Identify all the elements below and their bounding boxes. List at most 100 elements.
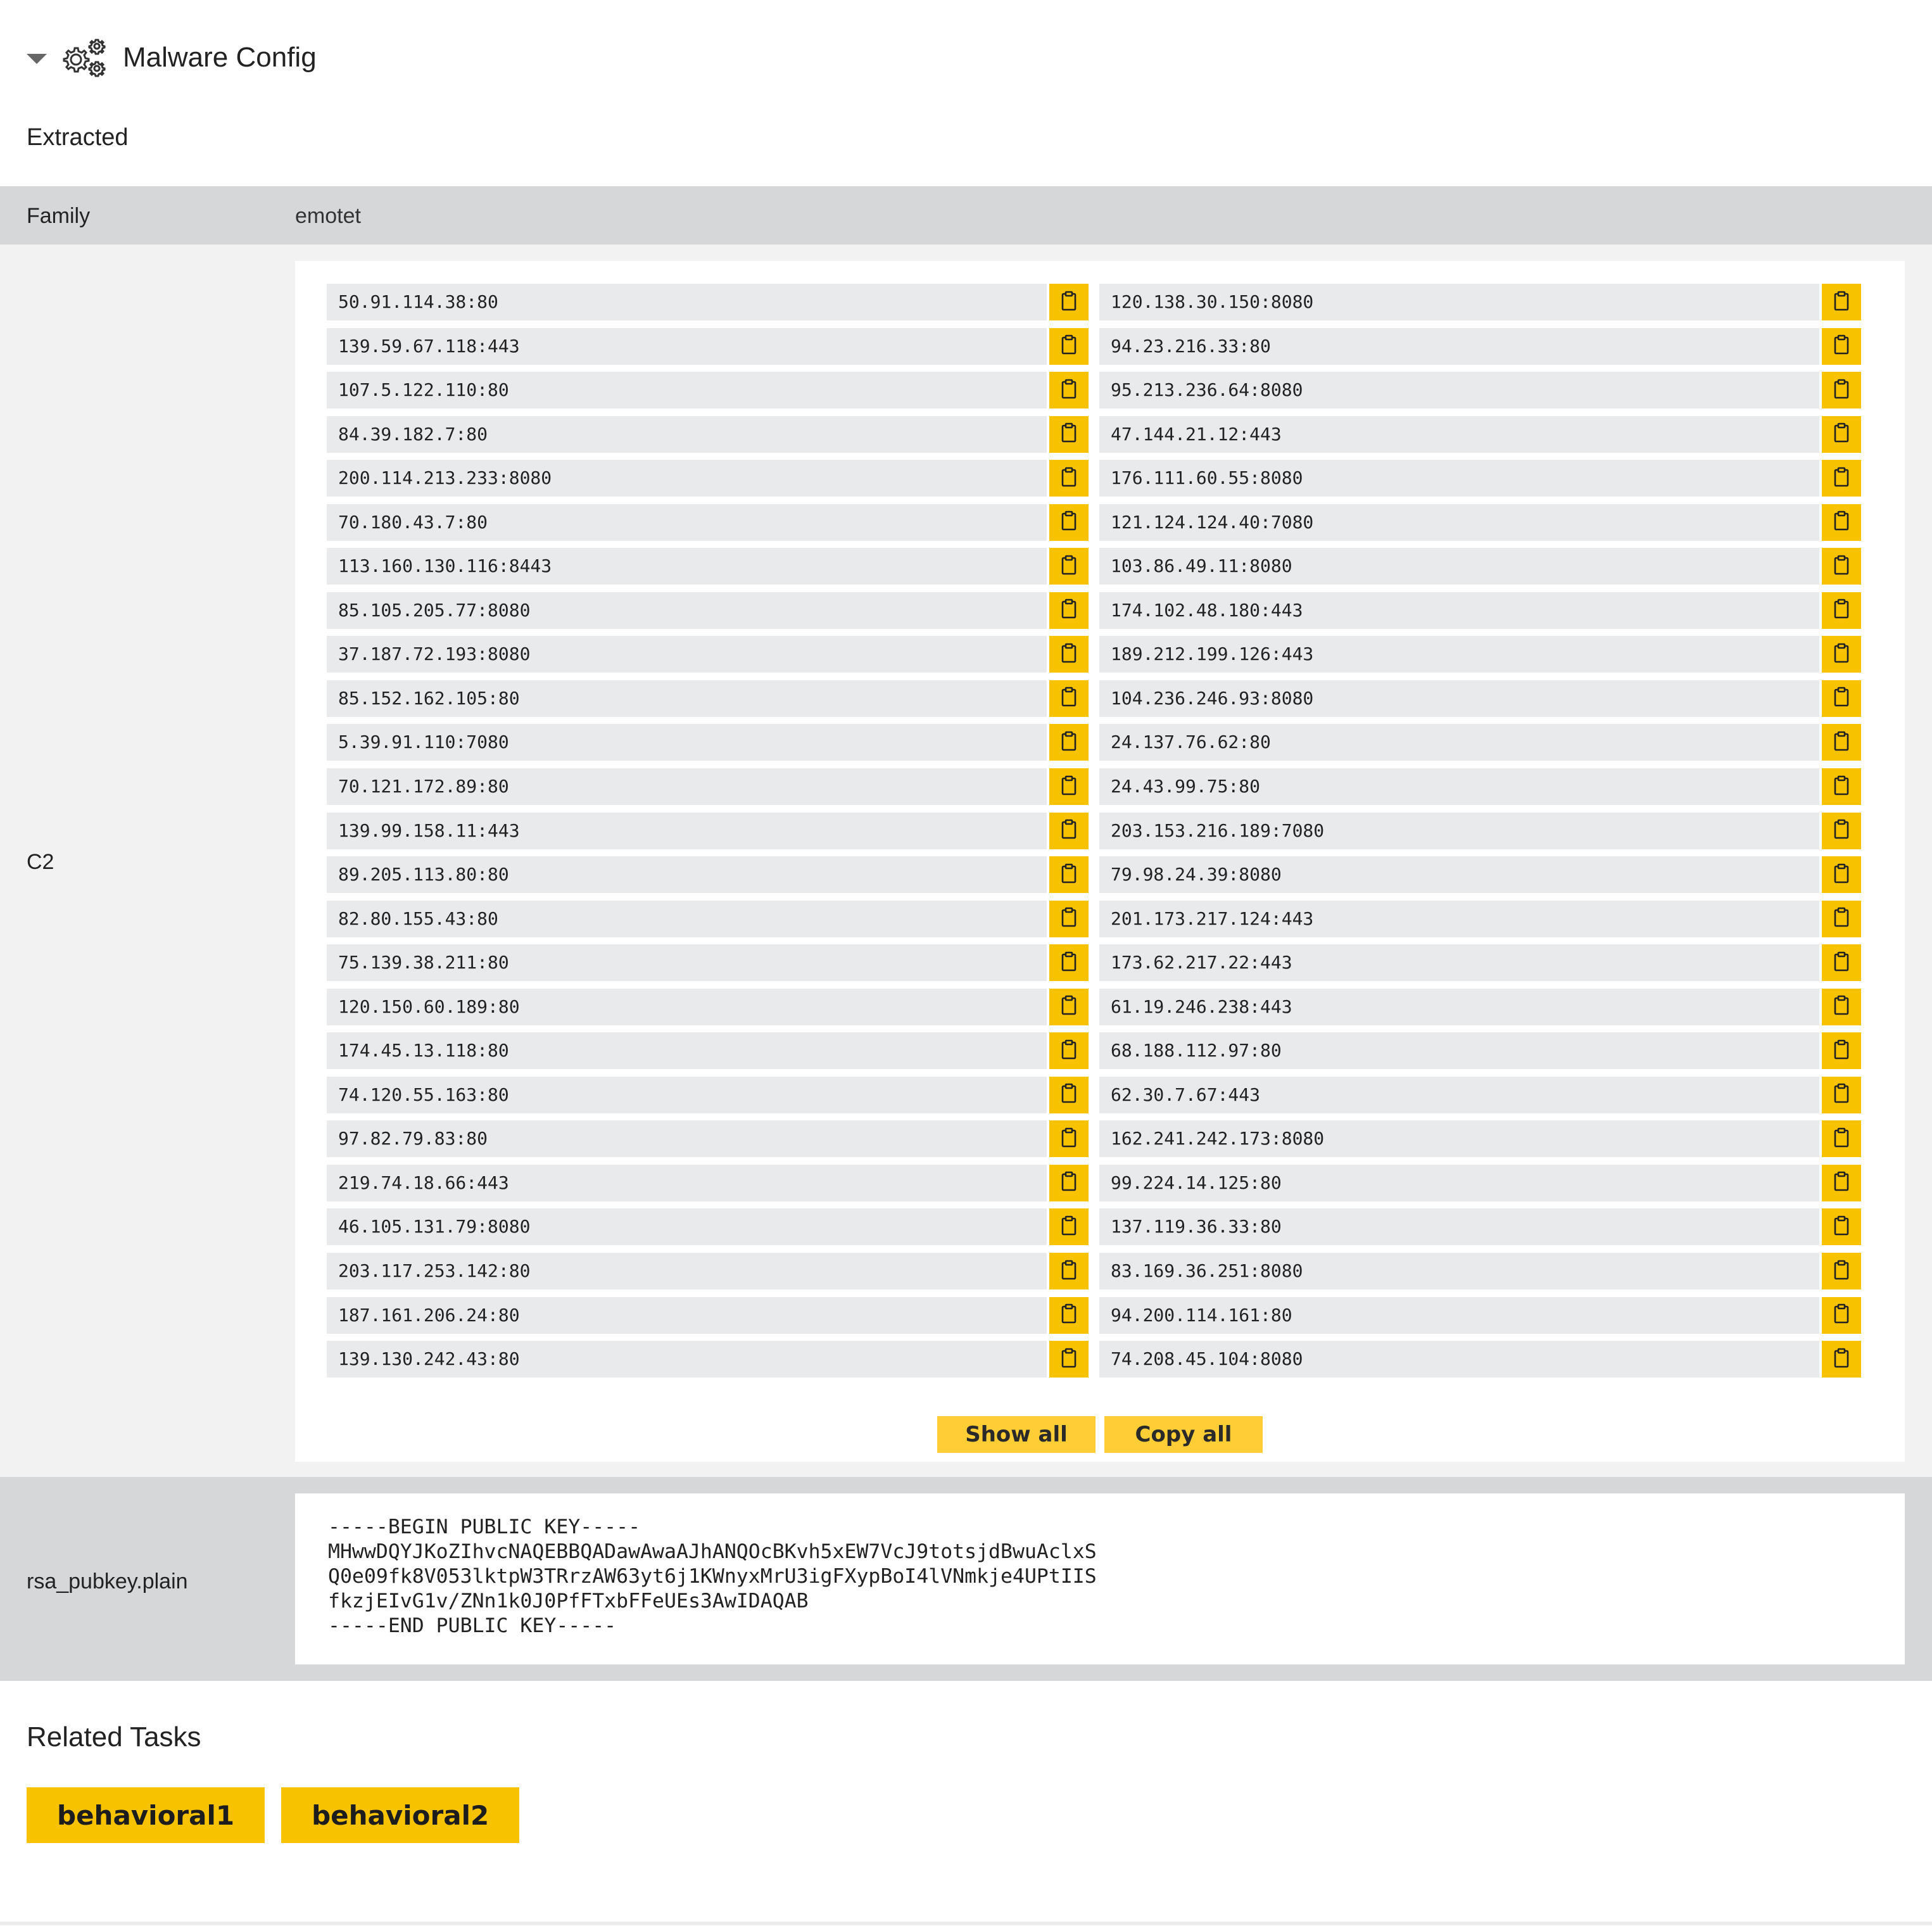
c2-address[interactable]: 37.187.72.193:8080 <box>327 636 1047 673</box>
c2-address[interactable]: 75.139.38.211:80 <box>327 944 1047 982</box>
copy-button[interactable] <box>1049 592 1089 629</box>
c2-address[interactable]: 174.45.13.118:80 <box>327 1032 1047 1070</box>
copy-button[interactable] <box>1049 1208 1089 1246</box>
c2-address[interactable]: 84.39.182.7:80 <box>327 415 1047 453</box>
copy-button[interactable] <box>1049 284 1089 320</box>
copy-button[interactable] <box>1049 1296 1089 1334</box>
c2-address[interactable]: 113.160.130.116:8443 <box>327 548 1047 585</box>
c2-address[interactable]: 107.5.122.110:80 <box>327 372 1047 409</box>
c2-address[interactable]: 174.102.48.180:443 <box>1099 592 1819 629</box>
c2-address[interactable]: 103.86.49.11:8080 <box>1099 548 1819 585</box>
copy-button[interactable] <box>1822 988 1861 1025</box>
copy-button[interactable] <box>1049 900 1089 937</box>
c2-address[interactable]: 74.120.55.163:80 <box>327 1076 1047 1113</box>
copy-button[interactable] <box>1822 856 1861 894</box>
c2-address[interactable]: 95.213.236.64:8080 <box>1099 372 1819 409</box>
c2-address[interactable]: 120.138.30.150:8080 <box>1099 284 1819 320</box>
c2-address[interactable]: 203.117.253.142:80 <box>327 1253 1047 1290</box>
copy-button[interactable] <box>1049 680 1089 717</box>
rsa-pubkey-value[interactable]: -----BEGIN PUBLIC KEY----- MHwwDQYJKoZIh… <box>328 1515 1097 1638</box>
copy-button[interactable] <box>1049 548 1089 585</box>
c2-address[interactable]: 104.236.246.93:8080 <box>1099 680 1819 717</box>
copy-button[interactable] <box>1049 1341 1089 1378</box>
copy-button[interactable] <box>1822 327 1861 365</box>
c2-address[interactable]: 24.137.76.62:80 <box>1099 724 1819 761</box>
c2-address[interactable]: 139.59.67.118:443 <box>327 327 1047 365</box>
copy-button[interactable] <box>1049 812 1089 849</box>
c2-address[interactable]: 85.105.205.77:8080 <box>327 592 1047 629</box>
copy-button[interactable] <box>1049 856 1089 894</box>
copy-button[interactable] <box>1822 372 1861 409</box>
c2-address[interactable]: 46.105.131.79:8080 <box>327 1208 1047 1246</box>
c2-address[interactable]: 89.205.113.80:80 <box>327 856 1047 894</box>
copy-button[interactable] <box>1822 1120 1861 1158</box>
copy-button[interactable] <box>1822 1164 1861 1201</box>
copy-button[interactable] <box>1822 768 1861 806</box>
copy-button[interactable] <box>1822 1076 1861 1113</box>
c2-address[interactable]: 70.180.43.7:80 <box>327 504 1047 541</box>
copy-button[interactable] <box>1049 460 1089 497</box>
c2-address[interactable]: 137.119.36.33:80 <box>1099 1208 1819 1246</box>
copy-button[interactable] <box>1822 1253 1861 1290</box>
copy-button[interactable] <box>1822 812 1861 849</box>
show-all-button[interactable]: Show all <box>937 1416 1095 1453</box>
copy-button[interactable] <box>1822 680 1861 717</box>
copy-button[interactable] <box>1822 415 1861 453</box>
copy-button[interactable] <box>1049 372 1089 409</box>
caret-down-icon[interactable] <box>27 54 47 64</box>
copy-button[interactable] <box>1049 327 1089 365</box>
copy-button[interactable] <box>1822 1296 1861 1334</box>
c2-address[interactable]: 139.130.242.43:80 <box>327 1341 1047 1378</box>
copy-button[interactable] <box>1049 1076 1089 1113</box>
c2-address[interactable]: 187.161.206.24:80 <box>327 1296 1047 1334</box>
c2-address[interactable]: 94.23.216.33:80 <box>1099 327 1819 365</box>
copy-button[interactable] <box>1822 900 1861 937</box>
copy-button[interactable] <box>1822 724 1861 761</box>
c2-address[interactable]: 219.74.18.66:443 <box>327 1164 1047 1201</box>
c2-address[interactable]: 173.62.217.22:443 <box>1099 944 1819 982</box>
c2-address[interactable]: 97.82.79.83:80 <box>327 1120 1047 1158</box>
c2-address[interactable]: 79.98.24.39:8080 <box>1099 856 1819 894</box>
c2-address[interactable]: 176.111.60.55:8080 <box>1099 460 1819 497</box>
copy-button[interactable] <box>1822 460 1861 497</box>
copy-button[interactable] <box>1049 988 1089 1025</box>
c2-address[interactable]: 200.114.213.233:8080 <box>327 460 1047 497</box>
copy-button[interactable] <box>1822 636 1861 673</box>
copy-button[interactable] <box>1049 724 1089 761</box>
c2-address[interactable]: 50.91.114.38:80 <box>327 284 1047 320</box>
c2-address[interactable]: 5.39.91.110:7080 <box>327 724 1047 761</box>
copy-button[interactable] <box>1822 1208 1861 1246</box>
c2-address[interactable]: 121.124.124.40:7080 <box>1099 504 1819 541</box>
c2-address[interactable]: 203.153.216.189:7080 <box>1099 812 1819 849</box>
c2-address[interactable]: 201.173.217.124:443 <box>1099 900 1819 937</box>
c2-address[interactable]: 189.212.199.126:443 <box>1099 636 1819 673</box>
copy-button[interactable] <box>1822 592 1861 629</box>
copy-button[interactable] <box>1049 636 1089 673</box>
c2-address[interactable]: 68.188.112.97:80 <box>1099 1032 1819 1070</box>
c2-address[interactable]: 24.43.99.75:80 <box>1099 768 1819 806</box>
c2-address[interactable]: 94.200.114.161:80 <box>1099 1296 1819 1334</box>
c2-address[interactable]: 70.121.172.89:80 <box>327 768 1047 806</box>
copy-button[interactable] <box>1049 1032 1089 1070</box>
copy-button[interactable] <box>1822 1341 1861 1378</box>
c2-address[interactable]: 62.30.7.67:443 <box>1099 1076 1819 1113</box>
c2-address[interactable]: 74.208.45.104:8080 <box>1099 1341 1819 1378</box>
copy-button[interactable] <box>1049 1253 1089 1290</box>
c2-address[interactable]: 83.169.36.251:8080 <box>1099 1253 1819 1290</box>
copy-button[interactable] <box>1822 1032 1861 1070</box>
c2-address[interactable]: 99.224.14.125:80 <box>1099 1164 1819 1201</box>
c2-address[interactable]: 61.19.246.238:443 <box>1099 988 1819 1025</box>
copy-button[interactable] <box>1049 1120 1089 1158</box>
task-button-behavioral2[interactable]: behavioral2 <box>281 1787 520 1843</box>
copy-button[interactable] <box>1049 768 1089 806</box>
c2-address[interactable]: 139.99.158.11:443 <box>327 812 1047 849</box>
copy-button[interactable] <box>1822 944 1861 982</box>
copy-button[interactable] <box>1049 944 1089 982</box>
copy-button[interactable] <box>1049 504 1089 541</box>
copy-button[interactable] <box>1822 504 1861 541</box>
c2-address[interactable]: 47.144.21.12:443 <box>1099 415 1819 453</box>
c2-address[interactable]: 162.241.242.173:8080 <box>1099 1120 1819 1158</box>
c2-address[interactable]: 82.80.155.43:80 <box>327 900 1047 937</box>
copy-button[interactable] <box>1822 284 1861 320</box>
copy-button[interactable] <box>1049 1164 1089 1201</box>
